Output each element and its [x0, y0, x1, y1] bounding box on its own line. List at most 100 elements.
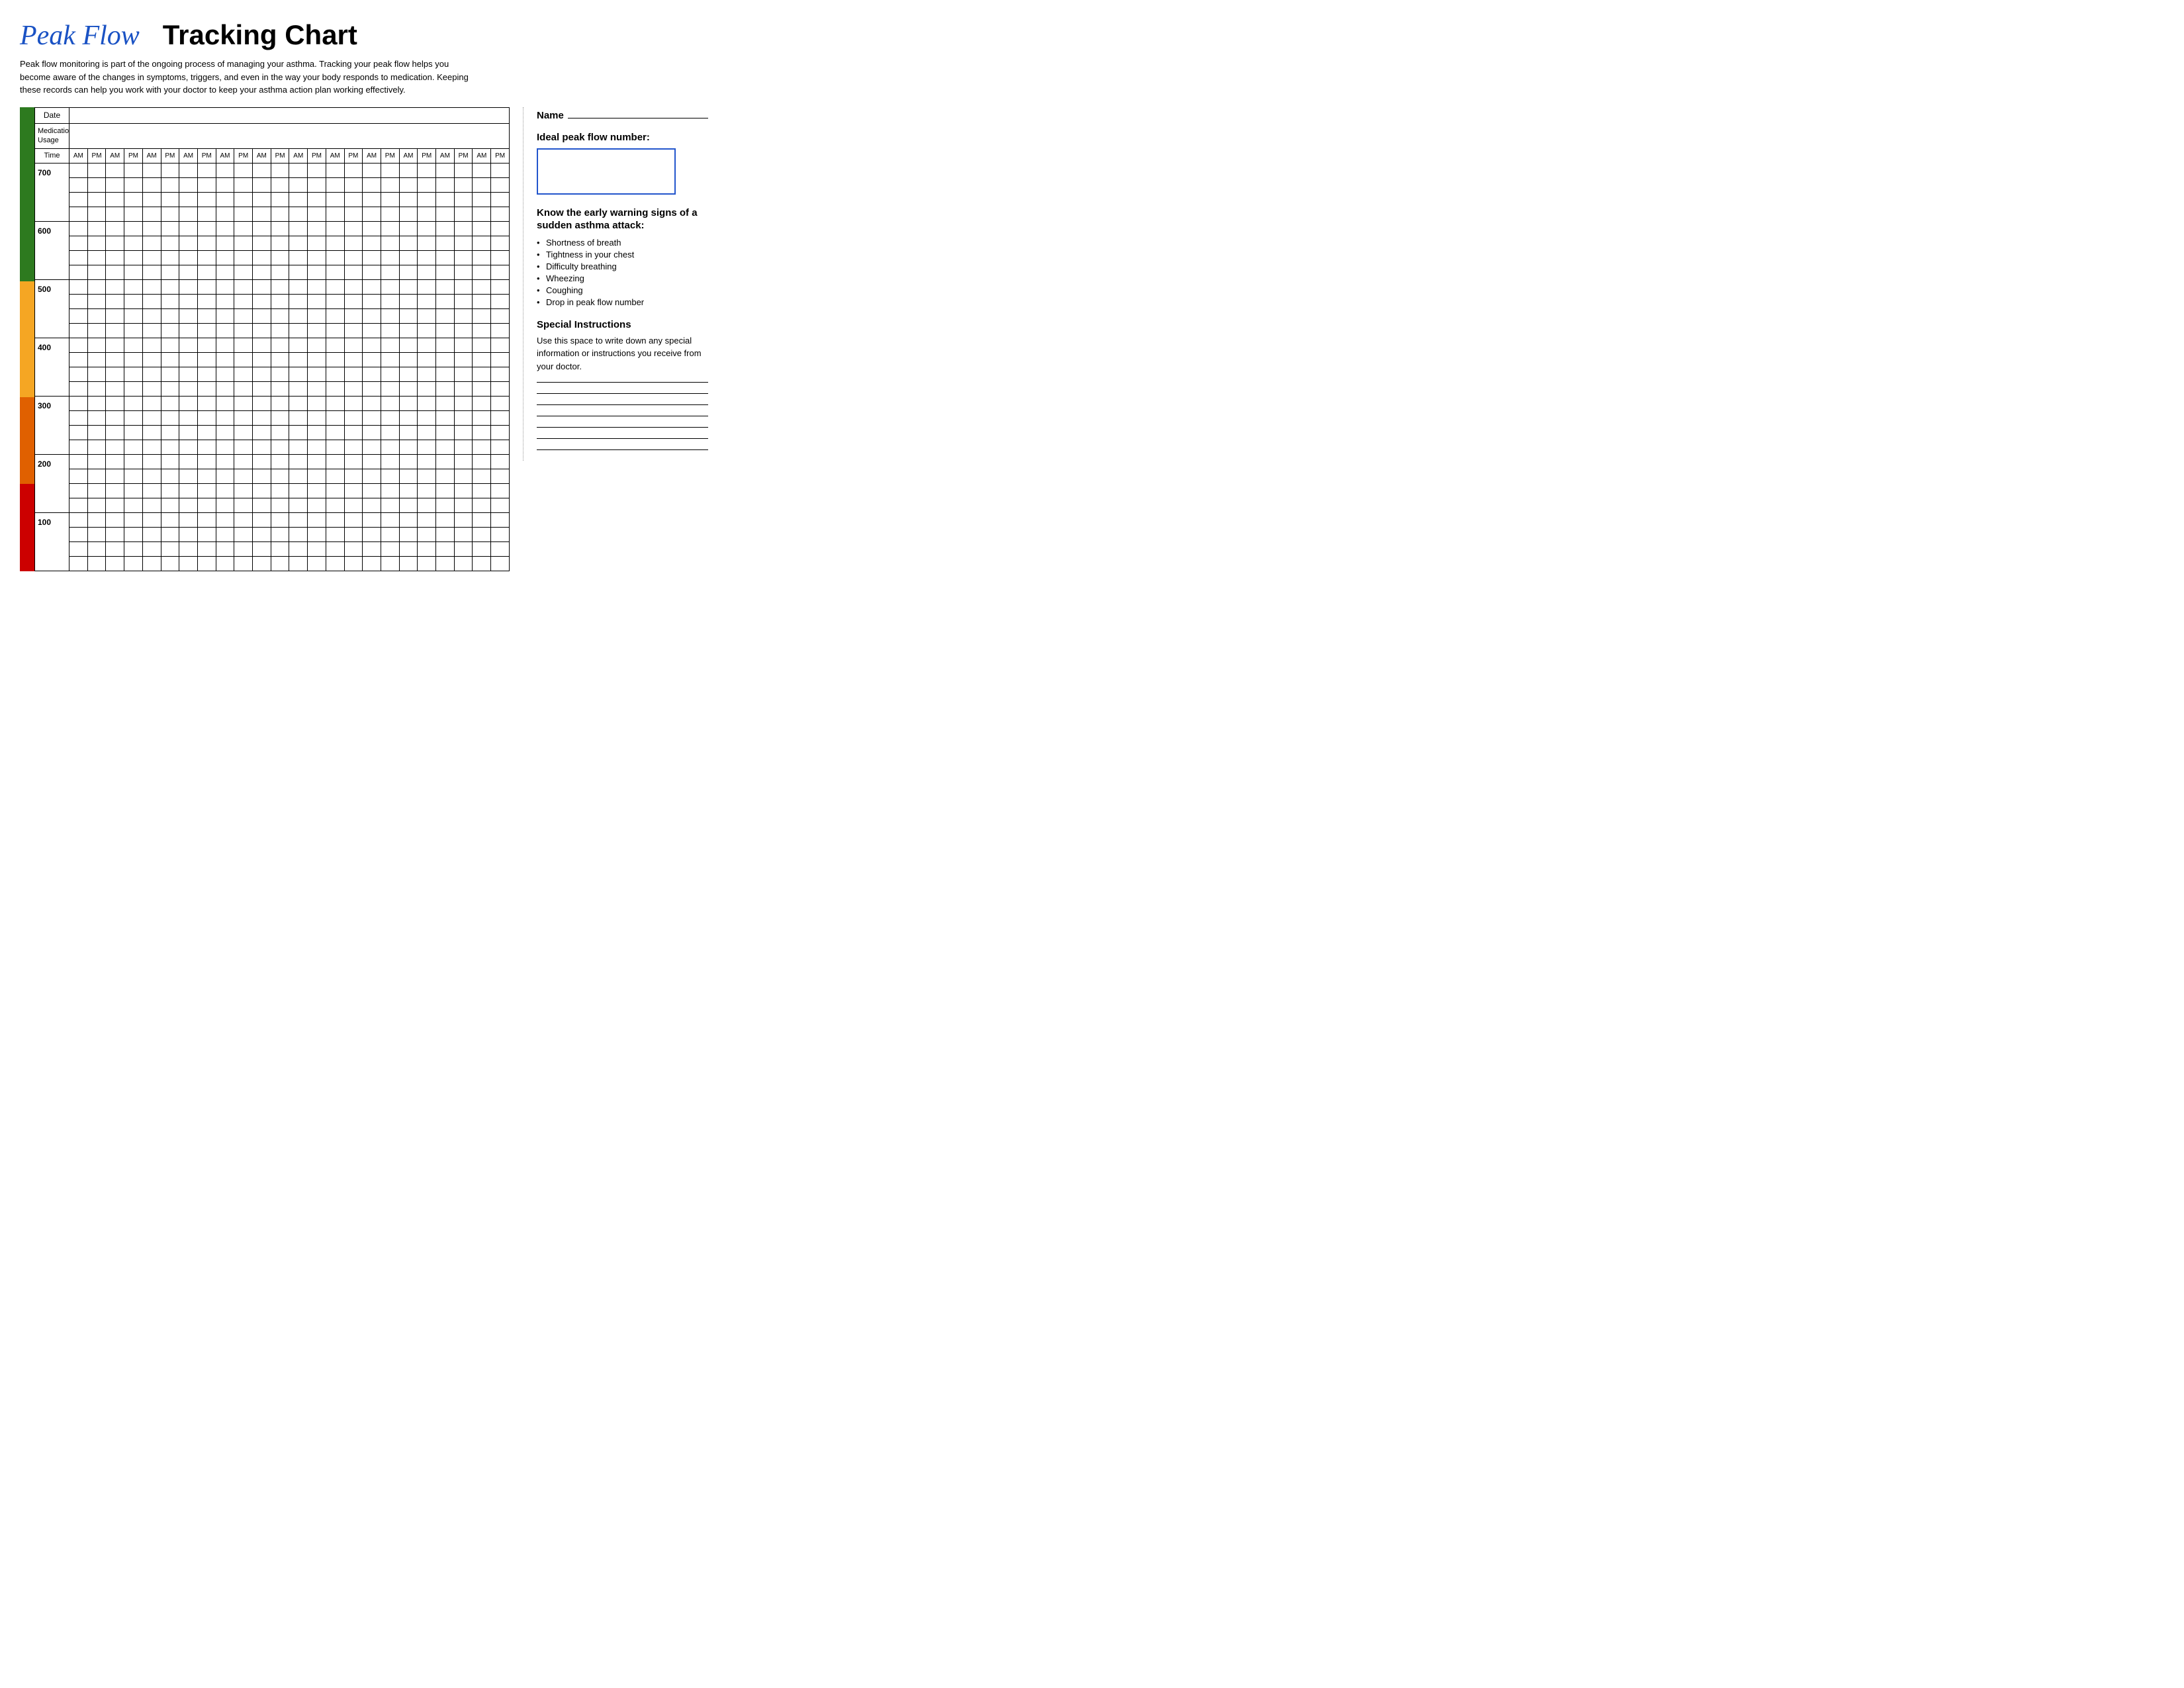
- cell[interactable]: [234, 236, 253, 250]
- cell[interactable]: [308, 265, 326, 279]
- cell[interactable]: [161, 483, 179, 498]
- cell[interactable]: [234, 425, 253, 440]
- cell[interactable]: [234, 396, 253, 410]
- cell[interactable]: [142, 279, 161, 294]
- cell[interactable]: [124, 352, 143, 367]
- cell[interactable]: [271, 512, 289, 527]
- cell[interactable]: [399, 425, 418, 440]
- cell[interactable]: [344, 352, 363, 367]
- cell[interactable]: [216, 483, 234, 498]
- cell[interactable]: [106, 236, 124, 250]
- cell[interactable]: [87, 236, 106, 250]
- cell[interactable]: [454, 163, 473, 177]
- cell[interactable]: [418, 454, 436, 469]
- cell[interactable]: [87, 454, 106, 469]
- cell[interactable]: [179, 279, 198, 294]
- cell[interactable]: [142, 425, 161, 440]
- cell[interactable]: [271, 352, 289, 367]
- cell[interactable]: [253, 556, 271, 571]
- cell[interactable]: [473, 381, 491, 396]
- cell[interactable]: [381, 469, 399, 483]
- cell[interactable]: [363, 541, 381, 556]
- cell[interactable]: [253, 498, 271, 512]
- cell[interactable]: [363, 440, 381, 454]
- cell[interactable]: [399, 177, 418, 192]
- cell[interactable]: [69, 396, 88, 410]
- cell[interactable]: [197, 381, 216, 396]
- cell[interactable]: [271, 469, 289, 483]
- cell[interactable]: [253, 250, 271, 265]
- cell[interactable]: [363, 279, 381, 294]
- cell[interactable]: [179, 396, 198, 410]
- cell[interactable]: [69, 541, 88, 556]
- cell[interactable]: [142, 323, 161, 338]
- cell[interactable]: [381, 265, 399, 279]
- cell[interactable]: [161, 221, 179, 236]
- cell[interactable]: [454, 294, 473, 308]
- cell[interactable]: [454, 308, 473, 323]
- cell[interactable]: [179, 454, 198, 469]
- cell[interactable]: [454, 221, 473, 236]
- cell[interactable]: [399, 221, 418, 236]
- cell[interactable]: [106, 556, 124, 571]
- cell[interactable]: [326, 381, 344, 396]
- cell[interactable]: [381, 527, 399, 541]
- cell[interactable]: [142, 177, 161, 192]
- cell[interactable]: [69, 512, 88, 527]
- cell[interactable]: [363, 294, 381, 308]
- cell[interactable]: [308, 396, 326, 410]
- cell[interactable]: [69, 177, 88, 192]
- cell[interactable]: [106, 396, 124, 410]
- cell[interactable]: [289, 367, 308, 381]
- cell[interactable]: [142, 163, 161, 177]
- cell[interactable]: [363, 512, 381, 527]
- cell[interactable]: [197, 425, 216, 440]
- cell[interactable]: [271, 279, 289, 294]
- cell[interactable]: [179, 338, 198, 352]
- cell[interactable]: [179, 541, 198, 556]
- cell[interactable]: [308, 207, 326, 221]
- cell[interactable]: [161, 294, 179, 308]
- cell[interactable]: [87, 498, 106, 512]
- cell[interactable]: [399, 367, 418, 381]
- cell[interactable]: [399, 440, 418, 454]
- cell[interactable]: [363, 367, 381, 381]
- cell[interactable]: [326, 279, 344, 294]
- cell[interactable]: [69, 250, 88, 265]
- cell[interactable]: [308, 367, 326, 381]
- cell[interactable]: [473, 163, 491, 177]
- cell[interactable]: [308, 556, 326, 571]
- cell[interactable]: [436, 440, 455, 454]
- cell[interactable]: [161, 265, 179, 279]
- cell[interactable]: [344, 207, 363, 221]
- cell[interactable]: [363, 192, 381, 207]
- cell[interactable]: [363, 207, 381, 221]
- cell[interactable]: [473, 323, 491, 338]
- cell[interactable]: [124, 236, 143, 250]
- cell[interactable]: [326, 207, 344, 221]
- cell[interactable]: [69, 352, 88, 367]
- cell[interactable]: [253, 163, 271, 177]
- cell[interactable]: [179, 556, 198, 571]
- write-line-6[interactable]: [537, 438, 708, 439]
- cell[interactable]: [124, 454, 143, 469]
- cell[interactable]: [473, 236, 491, 250]
- cell[interactable]: [381, 512, 399, 527]
- cell[interactable]: [326, 250, 344, 265]
- cell[interactable]: [363, 221, 381, 236]
- cell[interactable]: [399, 323, 418, 338]
- cell[interactable]: [436, 250, 455, 265]
- cell[interactable]: [271, 192, 289, 207]
- cell[interactable]: [124, 207, 143, 221]
- cell[interactable]: [142, 527, 161, 541]
- cell[interactable]: [179, 440, 198, 454]
- cell[interactable]: [124, 221, 143, 236]
- cell[interactable]: [491, 265, 510, 279]
- cell[interactable]: [142, 221, 161, 236]
- cell[interactable]: [418, 265, 436, 279]
- cell[interactable]: [197, 367, 216, 381]
- cell[interactable]: [491, 512, 510, 527]
- cell[interactable]: [124, 250, 143, 265]
- cell[interactable]: [216, 207, 234, 221]
- cell[interactable]: [344, 469, 363, 483]
